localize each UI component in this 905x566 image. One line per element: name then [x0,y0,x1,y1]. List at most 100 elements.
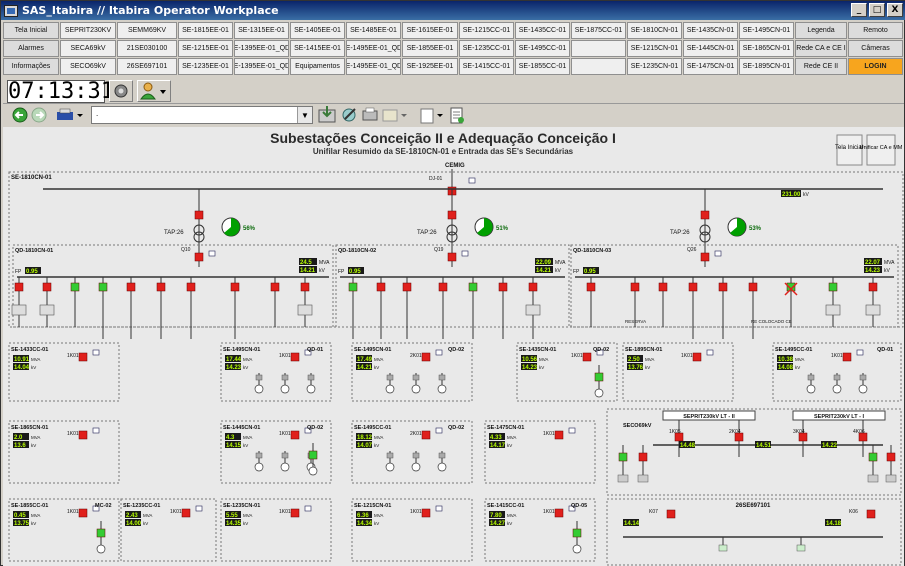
printer-icon[interactable] [57,108,83,120]
feeder-breaker-24[interactable] [828,282,838,292]
cubicle-q5[interactable] [825,304,841,316]
nav-cell-2-11[interactable]: SE-1235CN-01 [627,58,682,75]
edit-icon[interactable] [382,109,407,122]
nav-cell-2-9[interactable]: SE-1855CC-01 [515,58,570,75]
print-icon[interactable] [362,107,378,121]
nav-cell-0-13[interactable]: SE-1495CN-01 [739,22,794,39]
nav-cell-2-2[interactable]: 26SE697101 [117,58,177,75]
feeder-breaker-17[interactable] [586,282,596,292]
feeder-breaker-4[interactable] [126,282,136,292]
secondary-breaker-12[interactable] [290,508,300,518]
feeder-breaker-7[interactable] [230,282,240,292]
feeder-breaker-18[interactable] [630,282,640,292]
secondary-breaker-3[interactable] [582,352,592,362]
seco-drop-breaker-1[interactable] [638,452,648,462]
download-icon[interactable] [318,106,336,123]
feeder-breaker-14[interactable] [468,282,478,292]
nav-cell-2-8[interactable]: SE-1415CC-01 [459,58,514,75]
nav-cell-0-11[interactable]: SE-1810CN-01 [627,22,682,39]
seco-breaker-2[interactable] [798,432,808,442]
nav-cell-1-11[interactable]: SE-1215CN-01 [627,40,682,57]
nav-cell-2-15[interactable]: LOGIN [848,58,903,75]
secondary-status-icon-5[interactable] [856,349,864,356]
transformer-status-icon-1[interactable] [208,250,216,257]
forward-icon[interactable] [31,107,47,123]
seco-breaker-0[interactable] [674,432,684,442]
feeder-breaker-11[interactable] [376,282,386,292]
feeder-breaker-6[interactable] [186,282,196,292]
nav-cell-0-3[interactable]: SE-1815EE-01 [178,22,233,39]
feeder-breaker-3[interactable] [98,282,108,292]
nav-cell-2-13[interactable]: SE-1895CN-01 [739,58,794,75]
feeder-breaker-10[interactable] [348,282,358,292]
user-menu-button[interactable] [137,80,171,102]
page-icon[interactable] [420,108,443,124]
nav-cell-1-6[interactable]: SE-1495EE-01_QD1 [346,40,401,57]
nav-cell-0-14[interactable]: Legenda [795,22,847,39]
secondary-breaker-11[interactable] [181,508,191,518]
feeder-breaker-9[interactable] [300,282,310,292]
feeder-breaker-15[interactable] [498,282,508,292]
nav-cell-0-5[interactable]: SE-1405EE-01 [290,22,345,39]
feeder-breaker-0[interactable] [14,282,24,292]
maximize-button[interactable]: □ [869,3,885,17]
secondary-status-icon-2[interactable] [435,349,443,356]
bottom-load-0[interactable] [718,544,728,552]
feeder-breaker-20[interactable] [688,282,698,292]
feeder-breaker-8[interactable] [270,282,280,292]
transformer-breaker-lv-3[interactable] [700,252,710,262]
feeder-breaker-16[interactable] [528,282,538,292]
dj-status-icon[interactable] [468,177,476,184]
secondary-status-icon-6[interactable] [92,427,100,434]
nav-cell-1-1[interactable]: SECA69kV [60,40,116,57]
bottom-load-1[interactable] [796,544,806,552]
chevron-down-icon[interactable]: ▼ [297,107,312,123]
transformer-breaker-hv-2[interactable] [447,210,457,220]
nav-cell-2-12[interactable]: SE-1475CN-01 [683,58,738,75]
tools-icon[interactable] [342,108,356,122]
secondary-status-icon-4[interactable] [706,349,714,356]
nav-cell-2-0[interactable]: Informações [3,58,59,75]
feeder-breaker-1[interactable] [42,282,52,292]
seco-breaker-3[interactable] [858,432,868,442]
feeder-breaker-25[interactable] [868,282,878,292]
seco-drop-breaker-2[interactable] [868,452,878,462]
feeder-breaker-21[interactable] [718,282,728,292]
back-icon[interactable] [12,107,28,123]
secondary-breaker-8[interactable] [421,430,431,440]
k07-breaker[interactable] [666,509,676,519]
feeder-breaker-22[interactable] [748,282,758,292]
nav-cell-1-9[interactable]: SE-1495CC-01 [515,40,570,57]
nav-cell-2-1[interactable]: SECO69kV [60,58,116,75]
nav-cell-1-7[interactable]: SE-1855EE-01 [402,40,458,57]
transformer-breaker-hv-3[interactable] [700,210,710,220]
nav-cell-0-15[interactable]: Remoto [848,22,903,39]
unify-button[interactable]: Unificar CA e MM [860,134,903,166]
gen-breaker-3[interactable] [594,372,604,382]
secondary-breaker-0[interactable] [78,352,88,362]
secondary-breaker-1[interactable] [290,352,300,362]
transformer-breaker-hv-1[interactable] [194,210,204,220]
nav-cell-0-9[interactable]: SE-1435CC-01 [515,22,570,39]
seco-drop-breaker-3[interactable] [886,452,896,462]
feeder-breaker-19[interactable] [658,282,668,292]
transformer-status-icon-3[interactable] [714,250,722,257]
nav-cell-0-7[interactable]: SE-1615EE-01 [402,22,458,39]
feeder-breaker-5[interactable] [156,282,166,292]
nav-cell-1-2[interactable]: 21SE030100 [117,40,177,57]
nav-cell-0-0[interactable]: Tela Inicial [3,22,59,39]
secondary-breaker-14[interactable] [554,508,564,518]
nav-cell-2-4[interactable]: SE-1395EE-01_QD2 [234,58,289,75]
nav-cell-1-8[interactable]: SE-1235CC-01 [459,40,514,57]
nav-cell-0-6[interactable]: SE-1485EE-01 [346,22,401,39]
document-icon[interactable] [450,107,464,124]
nav-cell-1-15[interactable]: Câmeras [848,40,903,57]
transformer-breaker-lv-2[interactable] [447,252,457,262]
feeder-breaker-13[interactable] [438,282,448,292]
nav-cell-0-1[interactable]: SEPRIT230KV [60,22,116,39]
k06-breaker[interactable] [866,509,876,519]
secondary-status-icon-13[interactable] [435,505,443,512]
seco-drop-breaker-0[interactable] [618,452,628,462]
cubicle-q6[interactable] [865,304,881,316]
nav-cell-0-12[interactable]: SE-1435CN-01 [683,22,738,39]
